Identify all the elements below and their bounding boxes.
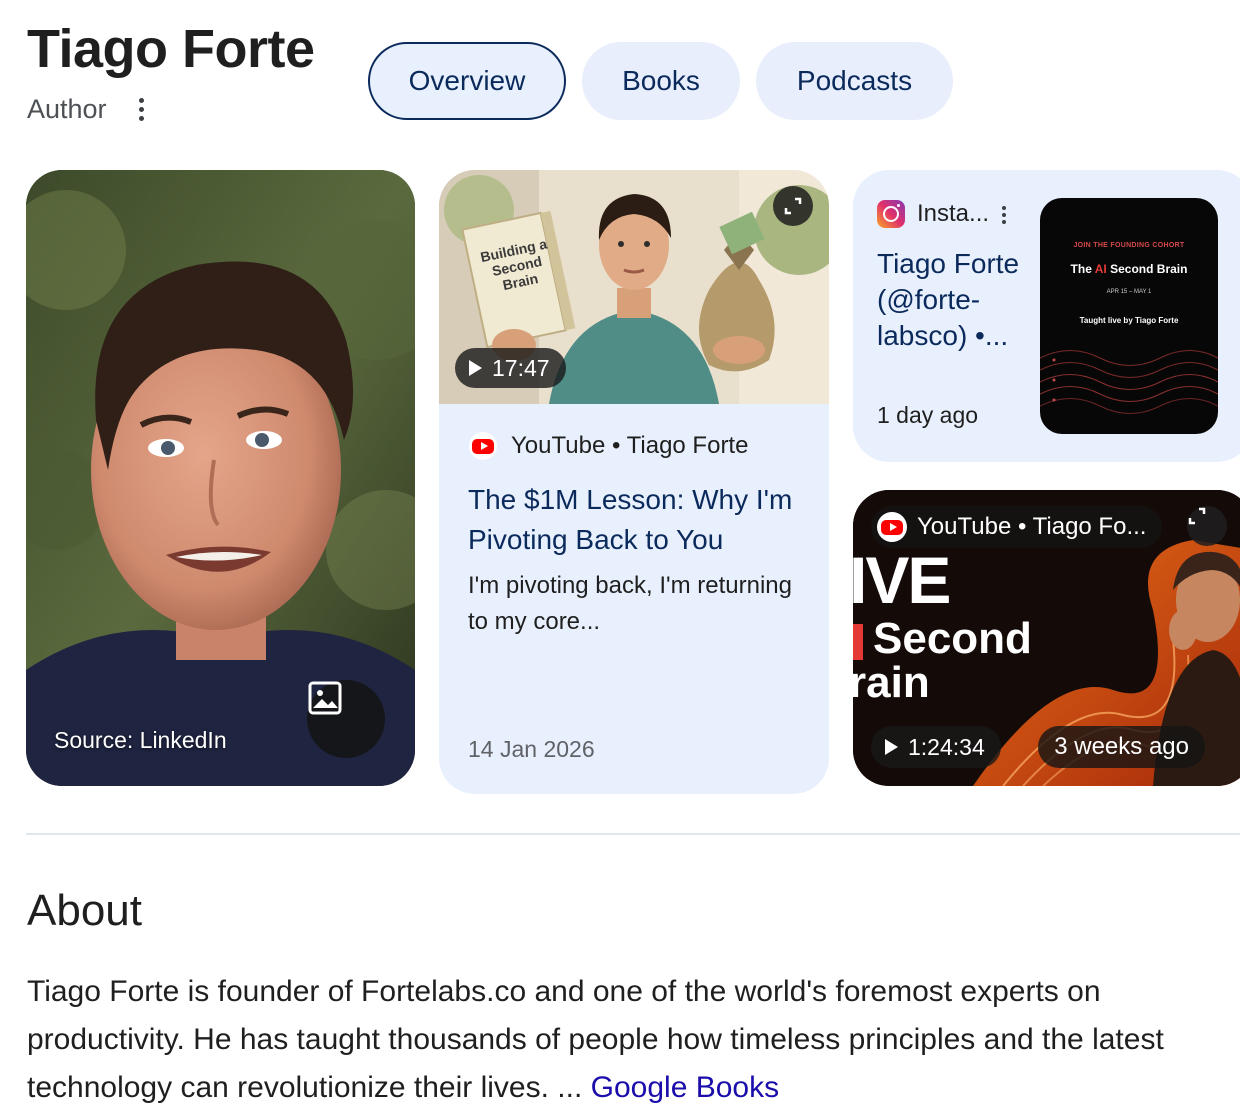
- video-source-label: YouTube • Tiago Forte: [511, 432, 749, 459]
- instagram-source: Insta...: [877, 200, 989, 228]
- google-books-link[interactable]: Google Books: [591, 1071, 779, 1104]
- live-video-duration-badge: 1:24:34: [871, 726, 1001, 768]
- live-video-age: 3 weeks ago: [1038, 726, 1205, 768]
- live-video-source-label: YouTube • Tiago Fo...: [917, 513, 1147, 540]
- live-video-source: YouTube • Tiago Fo...: [871, 506, 1163, 548]
- thumb-text-brain: rain: [853, 658, 930, 707]
- entity-name: Tiago Forte: [27, 19, 315, 79]
- instagram-post-card[interactable]: Insta... Tiago Forte (@forte-labsco) •..…: [853, 170, 1240, 462]
- thumb-text-line1: JOIN THE FOUNDING COHORT: [1073, 242, 1185, 249]
- youtube-icon: [877, 512, 907, 542]
- youtube-live-card[interactable]: IVE Second rain YouTube • Tiago Fo... 1:…: [853, 490, 1240, 786]
- video-date: 14 Jan 2026: [468, 736, 595, 762]
- expand-icon[interactable]: [773, 186, 813, 226]
- instagram-post-title[interactable]: Tiago Forte (@forte-labsco) •...: [877, 246, 1027, 354]
- thumb-text-live: IVE: [853, 543, 951, 617]
- video-duration-badge: 17:47: [455, 348, 566, 388]
- youtube-video-card[interactable]: Building a Second Brain 17:47 YouTube • …: [439, 170, 829, 794]
- expand-icon[interactable]: [1187, 506, 1227, 546]
- thumb-text-line2: The AI Second Brain: [1070, 262, 1188, 276]
- about-heading: About: [27, 886, 142, 935]
- live-video-duration: 1:24:34: [908, 733, 985, 760]
- video-thumbnail[interactable]: Building a Second Brain 17:47: [439, 170, 829, 404]
- video-description: I'm pivoting back, I'm returning to my c…: [468, 572, 792, 635]
- instagram-source-label: Insta...: [917, 200, 990, 227]
- more-options-icon[interactable]: [130, 94, 152, 124]
- play-icon: [469, 360, 482, 376]
- tab-overview[interactable]: Overview: [368, 42, 566, 120]
- section-divider: [26, 833, 1240, 835]
- thumb-text-second: Second: [873, 614, 1032, 663]
- thumb-text-line4: Taught live by Tiago Forte: [1079, 316, 1179, 325]
- play-icon: [885, 739, 898, 755]
- thumb-text-line3: APR 15 – MAY 1: [1106, 289, 1152, 295]
- tab-books[interactable]: Books: [582, 42, 740, 120]
- instagram-icon: [877, 200, 905, 228]
- entity-subtitle: Author: [27, 94, 107, 124]
- portrait-image-card[interactable]: Source: LinkedIn: [26, 170, 415, 786]
- video-title[interactable]: The $1M Lesson: Why I'm Pivoting Back to…: [468, 480, 808, 560]
- video-duration: 17:47: [492, 354, 550, 381]
- instagram-post-time: 1 day ago: [877, 402, 979, 428]
- more-options-icon[interactable]: [997, 202, 1011, 228]
- youtube-icon: [469, 432, 497, 460]
- thumb-accent-bar: [853, 624, 863, 660]
- image-source-label: Source: LinkedIn: [54, 727, 227, 753]
- thumb-waves: [1040, 350, 1218, 414]
- video-source: YouTube • Tiago Forte: [469, 432, 748, 460]
- about-description: Tiago Forte is founder of Fortelabs.co a…: [27, 968, 1232, 1112]
- instagram-thumbnail[interactable]: JOIN THE FOUNDING COHORT The AI Second B…: [1040, 198, 1218, 434]
- tab-podcasts[interactable]: Podcasts: [756, 42, 953, 120]
- image-icon[interactable]: [307, 680, 385, 758]
